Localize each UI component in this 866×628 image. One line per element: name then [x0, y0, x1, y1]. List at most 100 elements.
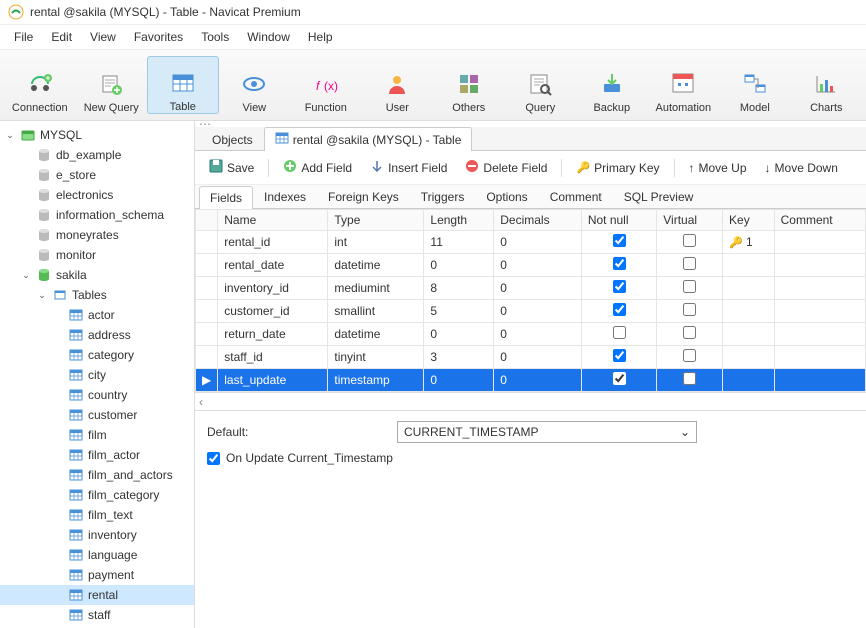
- fields-grid[interactable]: NameTypeLengthDecimalsNot nullVirtualKey…: [195, 209, 866, 392]
- cell-notnull[interactable]: [581, 346, 656, 369]
- connection-mysql[interactable]: ⌄ MYSQL: [0, 125, 194, 145]
- table-actor[interactable]: actor: [0, 305, 194, 325]
- on-update-checkbox-row[interactable]: On Update Current_Timestamp: [207, 451, 854, 465]
- table-city[interactable]: city: [0, 365, 194, 385]
- cell-length[interactable]: 8: [424, 277, 494, 300]
- cell-length[interactable]: 0: [424, 369, 494, 392]
- virtual-checkbox[interactable]: [683, 234, 696, 247]
- cell-name[interactable]: rental_id: [218, 231, 328, 254]
- tree-arrow-icon[interactable]: [52, 509, 64, 521]
- cell-type[interactable]: tinyint: [328, 346, 424, 369]
- cell-length[interactable]: 3: [424, 346, 494, 369]
- cell-key[interactable]: [723, 323, 775, 346]
- tree-arrow-icon[interactable]: [20, 169, 32, 181]
- cell-virtual[interactable]: [657, 254, 723, 277]
- designer-tab-comment[interactable]: Comment: [539, 185, 613, 208]
- col-comment[interactable]: Comment: [774, 210, 865, 231]
- db-moneyrates[interactable]: moneyrates: [0, 225, 194, 245]
- toolbar-table[interactable]: Table: [147, 56, 219, 114]
- tree-arrow-icon[interactable]: ⌄: [36, 289, 48, 301]
- cell-key[interactable]: [723, 277, 775, 300]
- col-decimals[interactable]: Decimals: [494, 210, 582, 231]
- virtual-checkbox[interactable]: [683, 326, 696, 339]
- menu-window[interactable]: Window: [239, 27, 298, 47]
- tree-arrow-icon[interactable]: [52, 349, 64, 361]
- add-field-button[interactable]: Add Field: [279, 157, 356, 178]
- table-payment[interactable]: payment: [0, 565, 194, 585]
- tree-arrow-icon[interactable]: [52, 309, 64, 321]
- db-electronics[interactable]: electronics: [0, 185, 194, 205]
- cell-notnull[interactable]: [581, 231, 656, 254]
- cell-type[interactable]: datetime: [328, 254, 424, 277]
- toolbar-query[interactable]: Query: [505, 56, 577, 114]
- cell-decimals[interactable]: 0: [494, 277, 582, 300]
- col-not-null[interactable]: Not null: [581, 210, 656, 231]
- col-name[interactable]: Name: [218, 210, 328, 231]
- cell-type[interactable]: int: [328, 231, 424, 254]
- toolbar-connection[interactable]: Connection: [4, 56, 76, 114]
- field-row[interactable]: rental_id int 11 0 🔑 1: [196, 231, 866, 254]
- cell-comment[interactable]: [774, 369, 865, 392]
- cell-type[interactable]: timestamp: [328, 369, 424, 392]
- db-db_example[interactable]: db_example: [0, 145, 194, 165]
- col-virtual[interactable]: Virtual: [657, 210, 723, 231]
- tree-arrow-icon[interactable]: [20, 189, 32, 201]
- field-row[interactable]: return_date datetime 0 0: [196, 323, 866, 346]
- toolbar-function[interactable]: f(x)Function: [290, 56, 362, 114]
- tables-folder[interactable]: ⌄ Tables: [0, 285, 194, 305]
- table-film_actor[interactable]: film_actor: [0, 445, 194, 465]
- notnull-checkbox[interactable]: [613, 257, 626, 270]
- toolbar-others[interactable]: Others: [433, 56, 505, 114]
- table-film[interactable]: film: [0, 425, 194, 445]
- designer-tab-foreign-keys[interactable]: Foreign Keys: [317, 185, 410, 208]
- designer-tab-options[interactable]: Options: [475, 185, 538, 208]
- menu-favorites[interactable]: Favorites: [126, 27, 191, 47]
- tree-arrow-icon[interactable]: [20, 249, 32, 261]
- cell-comment[interactable]: [774, 346, 865, 369]
- cell-notnull[interactable]: [581, 300, 656, 323]
- tab-rental[interactable]: rental @sakila (MYSQL) - Table: [264, 127, 473, 151]
- cell-key[interactable]: 🔑 1: [723, 231, 775, 254]
- sidebar[interactable]: ⌄ MYSQL db_example e_store electronics i…: [0, 121, 195, 628]
- notnull-checkbox[interactable]: [613, 280, 626, 293]
- cell-decimals[interactable]: 0: [494, 369, 582, 392]
- cell-virtual[interactable]: [657, 369, 723, 392]
- cell-virtual[interactable]: [657, 323, 723, 346]
- toolbar-charts[interactable]: Charts: [791, 56, 863, 114]
- cell-name[interactable]: staff_id: [218, 346, 328, 369]
- cell-comment[interactable]: [774, 254, 865, 277]
- table-inventory[interactable]: inventory: [0, 525, 194, 545]
- tree-arrow-icon[interactable]: [52, 409, 64, 421]
- move-up-button[interactable]: ↑ Move Up: [685, 159, 751, 177]
- tree-arrow-icon[interactable]: [52, 529, 64, 541]
- db-monitor[interactable]: monitor: [0, 245, 194, 265]
- cell-comment[interactable]: [774, 323, 865, 346]
- cell-key[interactable]: [723, 369, 775, 392]
- tree-arrow-icon[interactable]: [52, 489, 64, 501]
- designer-tab-triggers[interactable]: Triggers: [410, 185, 476, 208]
- cell-type[interactable]: datetime: [328, 323, 424, 346]
- cell-type[interactable]: smallint: [328, 300, 424, 323]
- table-staff[interactable]: staff: [0, 605, 194, 625]
- horizontal-scrollbar[interactable]: ‹: [195, 392, 866, 410]
- toolbar-new-query[interactable]: New Query: [76, 56, 148, 114]
- virtual-checkbox[interactable]: [683, 280, 696, 293]
- cell-comment[interactable]: [774, 300, 865, 323]
- cell-length[interactable]: 0: [424, 254, 494, 277]
- cell-notnull[interactable]: [581, 254, 656, 277]
- menu-view[interactable]: View: [82, 27, 124, 47]
- delete-field-button[interactable]: Delete Field: [461, 157, 551, 178]
- col-key[interactable]: Key: [723, 210, 775, 231]
- save-button[interactable]: Save: [205, 157, 258, 178]
- menu-file[interactable]: File: [6, 27, 41, 47]
- tree-arrow-icon[interactable]: [52, 369, 64, 381]
- table-film_text[interactable]: film_text: [0, 505, 194, 525]
- tree-arrow-icon[interactable]: [20, 209, 32, 221]
- cell-name[interactable]: rental_date: [218, 254, 328, 277]
- default-select[interactable]: CURRENT_TIMESTAMP ⌄: [397, 421, 697, 443]
- virtual-checkbox[interactable]: [683, 372, 696, 385]
- field-row[interactable]: inventory_id mediumint 8 0: [196, 277, 866, 300]
- db-sakila[interactable]: ⌄ sakila: [0, 265, 194, 285]
- tree-arrow-icon[interactable]: [52, 469, 64, 481]
- tree-arrow-icon[interactable]: [52, 429, 64, 441]
